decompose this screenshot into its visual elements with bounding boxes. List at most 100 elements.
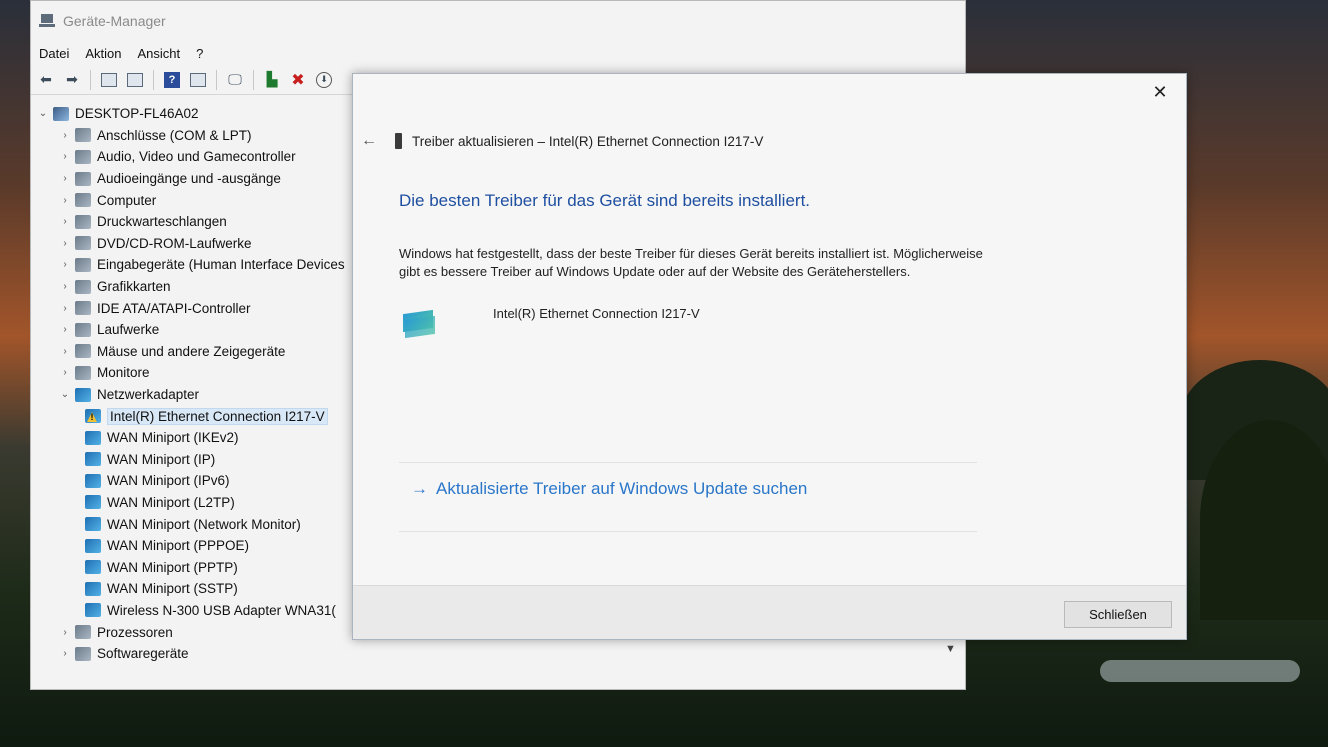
tree-item-label: WAN Miniport (Network Monitor): [107, 516, 301, 532]
device-info: Intel(R) Ethernet Connection I217-V: [403, 304, 700, 339]
menu-aktion[interactable]: Aktion: [85, 46, 121, 61]
expand-chevron-right-icon[interactable]: ›: [59, 324, 71, 335]
dialog-footer: Schließen: [353, 585, 1186, 639]
uninstall-icon[interactable]: ✖: [287, 69, 309, 91]
tree-root[interactable]: ⌄ DESKTOP-FL46A02: [31, 103, 361, 125]
menu-help[interactable]: ?: [196, 46, 203, 61]
audio-icon: [75, 149, 91, 164]
back-arrow-icon[interactable]: ←: [361, 132, 377, 150]
tree-category[interactable]: › Grafikkarten: [31, 276, 361, 298]
tree-item-label: DVD/CD-ROM-Laufwerke: [97, 235, 252, 251]
computer-icon: [53, 106, 69, 121]
tree-category[interactable]: ⌄ Netzwerkadapter: [31, 384, 361, 406]
network-adapter-icon: [85, 495, 101, 510]
tree-item-label: Wireless N-300 USB Adapter WNA31(: [107, 602, 336, 618]
tree-category[interactable]: › Audio, Video und Gamecontroller: [31, 146, 361, 168]
windows-update-link[interactable]: → Aktualisierte Treiber auf Windows Updat…: [411, 479, 807, 499]
arrow-right-icon: →: [411, 479, 428, 498]
tree-category[interactable]: › Audioeingänge und -ausgänge: [31, 168, 361, 190]
tree-device[interactable]: WAN Miniport (IKEv2): [31, 427, 361, 449]
expand-chevron-right-icon[interactable]: ›: [59, 281, 71, 292]
expand-chevron-right-icon[interactable]: ›: [59, 303, 71, 314]
dialog-title: Treiber aktualisieren – Intel(R) Etherne…: [412, 133, 764, 149]
expand-chevron-right-icon[interactable]: ›: [59, 346, 71, 357]
expand-chevron-down-icon[interactable]: ⌄: [59, 389, 71, 400]
tree-category[interactable]: › Eingabegeräte (Human Interface Devices: [31, 254, 361, 276]
ide-icon: [75, 301, 91, 316]
tree-category[interactable]: › Softwaregeräte: [31, 643, 361, 665]
tree-item-label: WAN Miniport (IP): [107, 451, 216, 467]
tree-category[interactable]: › Mäuse und andere Zeigegeräte: [31, 341, 361, 363]
tree-device[interactable]: WAN Miniport (SSTP): [31, 578, 361, 600]
tree-device[interactable]: WAN Miniport (Network Monitor): [31, 513, 361, 535]
tree-item-label: DESKTOP-FL46A02: [75, 106, 199, 122]
tree-category[interactable]: › Prozessoren: [31, 621, 361, 643]
update-driver-icon[interactable]: ▙: [261, 69, 283, 91]
expand-chevron-right-icon[interactable]: ›: [59, 627, 71, 638]
expand-chevron-right-icon[interactable]: ›: [59, 648, 71, 659]
tree-device[interactable]: WAN Miniport (L2TP): [31, 492, 361, 514]
tree-category[interactable]: › Computer: [31, 189, 361, 211]
scroll-down-chevron-icon[interactable]: ▼: [945, 643, 956, 655]
windows-update-link-label: Aktualisierte Treiber auf Windows Update…: [436, 479, 808, 498]
tree-category[interactable]: › Druckwarteschlangen: [31, 211, 361, 233]
network-adapter-icon: [85, 517, 101, 532]
menu-ansicht[interactable]: Ansicht: [138, 46, 181, 61]
expand-chevron-right-icon[interactable]: ›: [59, 130, 71, 141]
tree-device[interactable]: WAN Miniport (PPPOE): [31, 535, 361, 557]
monitor-icon: [75, 365, 91, 380]
tree-item-label: WAN Miniport (L2TP): [107, 494, 235, 510]
toolbar-separator: [90, 69, 91, 90]
monitor-icon[interactable]: 🖵: [224, 69, 246, 91]
tree-item-label: Anschlüsse (COM & LPT): [97, 127, 252, 143]
tree-device[interactable]: WAN Miniport (IPv6): [31, 470, 361, 492]
tree-category[interactable]: › DVD/CD-ROM-Laufwerke: [31, 233, 361, 255]
tree-category[interactable]: › Monitore: [31, 362, 361, 384]
forward-icon[interactable]: ➡: [61, 69, 83, 91]
tree-item-label: Mäuse und andere Zeigegeräte: [97, 343, 286, 359]
view-icon[interactable]: [187, 69, 209, 91]
description-line-1: Windows hat festgestellt, dass der beste…: [399, 246, 983, 261]
drive-icon: [75, 322, 91, 337]
tree-device[interactable]: Wireless N-300 USB Adapter WNA31(: [31, 600, 361, 622]
tree-item-label: Netzwerkadapter: [97, 387, 200, 403]
tree-item-label: Audioeingänge und -ausgänge: [97, 171, 281, 187]
toolbar-separator: [253, 69, 254, 90]
close-button[interactable]: Schließen: [1064, 601, 1172, 628]
expand-chevron-right-icon[interactable]: ›: [59, 238, 71, 249]
tree-device[interactable]: WAN Miniport (IP): [31, 449, 361, 471]
tree-category[interactable]: › Anschlüsse (COM & LPT): [31, 125, 361, 147]
tree-item-label: Intel(R) Ethernet Connection I217-V: [107, 407, 328, 425]
network-adapter-icon: [403, 309, 435, 339]
tree-category[interactable]: › IDE ATA/ATAPI-Controller: [31, 297, 361, 319]
expand-chevron-right-icon[interactable]: ›: [59, 173, 71, 184]
menu-datei[interactable]: Datei: [39, 46, 69, 61]
tree-device[interactable]: Intel(R) Ethernet Connection I217-V: [31, 405, 361, 427]
close-icon[interactable]: ✕: [1148, 82, 1172, 106]
tree-item-label: Audio, Video und Gamecontroller: [97, 149, 296, 165]
printer-icon: [75, 214, 91, 229]
device-name: Intel(R) Ethernet Connection I217-V: [493, 306, 700, 321]
network-adapter-icon: [85, 409, 101, 424]
expand-chevron-down-icon[interactable]: ⌄: [37, 108, 49, 119]
expand-chevron-right-icon[interactable]: ›: [59, 195, 71, 206]
wallpaper-hill: [1200, 420, 1328, 620]
network-adapter-icon: [85, 581, 101, 596]
expand-chevron-right-icon[interactable]: ›: [59, 367, 71, 378]
tree-item-label: WAN Miniport (SSTP): [107, 581, 238, 597]
back-icon[interactable]: ⬅: [35, 69, 57, 91]
dialog-header: ← Treiber aktualisieren – Intel(R) Ether…: [361, 132, 763, 150]
toolbar-separator: [153, 69, 154, 90]
list-icon[interactable]: [124, 69, 146, 91]
tree-device[interactable]: WAN Miniport (PPTP): [31, 556, 361, 578]
wallpaper-river: [1100, 660, 1300, 682]
download-icon[interactable]: ⬇: [313, 69, 335, 91]
tree-category[interactable]: › Laufwerke: [31, 319, 361, 341]
device-icon: [395, 133, 402, 149]
expand-chevron-right-icon[interactable]: ›: [59, 259, 71, 270]
network-adapter-icon: [85, 430, 101, 445]
expand-chevron-right-icon[interactable]: ›: [59, 216, 71, 227]
expand-chevron-right-icon[interactable]: ›: [59, 151, 71, 162]
help-icon[interactable]: ?: [161, 69, 183, 91]
properties-icon[interactable]: [98, 69, 120, 91]
